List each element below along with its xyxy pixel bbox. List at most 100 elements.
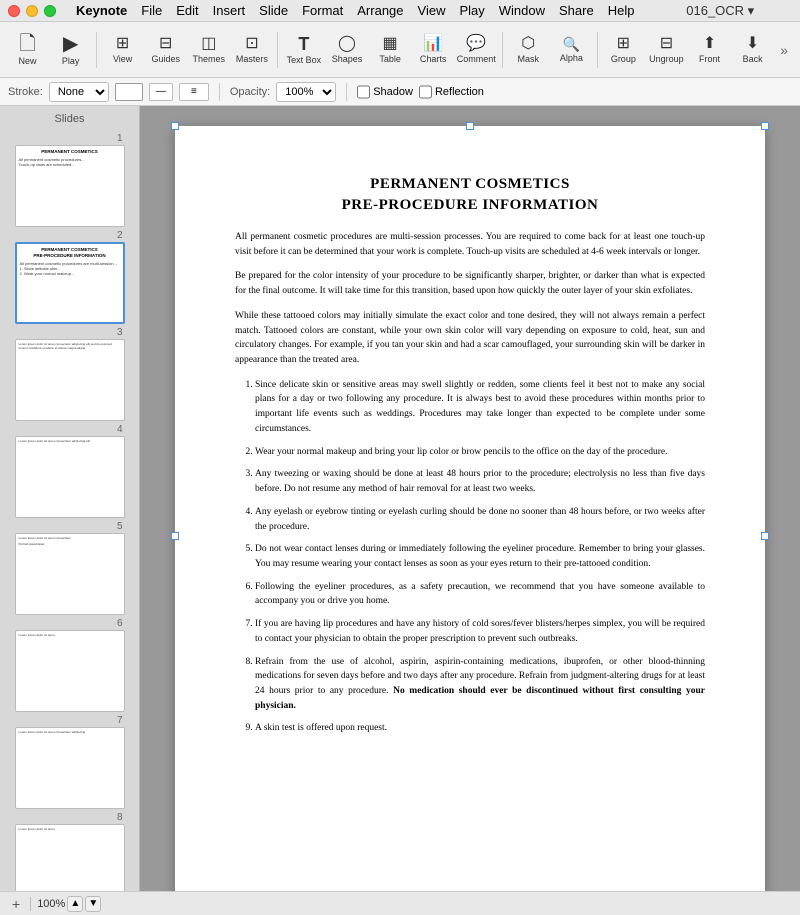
toolbar: 🗋 New ▶ Play ⊞ View ⊟ Guides ◫ Themes ⊡ … [0, 22, 800, 78]
list-item-8: Refrain from the use of alcohol, aspirin… [255, 655, 705, 714]
toolbar-sep-2 [277, 32, 278, 68]
menu-format[interactable]: Format [302, 3, 343, 18]
ungroup-icon: ⊟ [660, 36, 673, 52]
slide-img-6[interactable]: Lorem ipsum dolor sit amet [15, 630, 125, 712]
guides-icon: ⊟ [159, 36, 172, 52]
textbox-button[interactable]: T Text Box [284, 26, 323, 74]
handle-tm[interactable] [466, 122, 474, 130]
menu-view[interactable]: View [418, 3, 446, 18]
shadow-checkbox[interactable] [357, 82, 370, 102]
slide-img-3[interactable]: Lorem ipsum dolor sit amet consectetur a… [15, 339, 125, 421]
slide-thumb-5[interactable]: 5 Lorem ipsum dolor sit amet consectetur… [15, 521, 125, 615]
alpha-button[interactable]: 🔍 Alpha [552, 26, 591, 74]
menu-edit[interactable]: Edit [176, 3, 198, 18]
zoom-down-button[interactable]: ▼ [85, 896, 101, 912]
list-item-5: Do not wear contact lenses during or imm… [255, 542, 705, 571]
color-swatch[interactable] [115, 83, 143, 101]
line-style-icon[interactable]: — [149, 83, 173, 101]
reflection-checkbox-label[interactable]: Reflection [419, 82, 484, 102]
slide-preview-7: Lorem ipsum dolor sit amet consectetur a… [19, 731, 121, 735]
list-item-3: Any tweezing or waxing should be done at… [255, 467, 705, 496]
view-button[interactable]: ⊞ View [103, 26, 142, 74]
slide-img-8[interactable]: Lorem ipsum dolor sit amet [15, 824, 125, 891]
minimize-button[interactable] [26, 5, 38, 17]
handle-tr[interactable] [761, 122, 769, 130]
menu-file[interactable]: File [141, 3, 162, 18]
slide-para-3: While these tattooed colors may initiall… [235, 309, 705, 368]
list-item-9: A skin test is offered upon request. [255, 721, 705, 736]
slide-num-8: 8 [15, 812, 125, 823]
menu-help[interactable]: Help [608, 3, 635, 18]
play-button[interactable]: ▶ Play [51, 26, 90, 74]
slide-img-4[interactable]: Lorem ipsum dolor sit amet consectetur a… [15, 436, 125, 518]
slide-thumb-2[interactable]: 2 PERMANENT COSMETICSPRE-PROCEDURE INFOR… [15, 230, 125, 324]
back-button[interactable]: ⬇ Back [733, 26, 772, 74]
group-button[interactable]: ⊞ Group [604, 26, 643, 74]
slide-thumb-4[interactable]: 4 Lorem ipsum dolor sit amet consectetur… [15, 424, 125, 518]
slide-img-1[interactable]: PERMANENT COSMETICS All permanent cosmet… [15, 145, 125, 227]
slide-img-7[interactable]: Lorem ipsum dolor sit amet consectetur a… [15, 727, 125, 809]
group-label: Group [611, 54, 636, 64]
add-slide-button[interactable]: + [8, 894, 24, 914]
slide-img-5[interactable]: Lorem ipsum dolor sit amet consectetur P… [15, 533, 125, 615]
handle-lm[interactable] [171, 532, 179, 540]
masters-button[interactable]: ⊡ Masters [232, 26, 271, 74]
slide-title-line2: PRE-PROCEDURE INFORMATION [235, 197, 705, 214]
themes-button[interactable]: ◫ Themes [189, 26, 228, 74]
slide-img-2[interactable]: PERMANENT COSMETICSPRE-PROCEDURE INFORMA… [15, 242, 125, 324]
reflection-checkbox[interactable] [419, 82, 432, 102]
handle-tl[interactable] [171, 122, 179, 130]
opacity-select[interactable]: 100% 75% 50% 25% [276, 82, 336, 102]
guides-button[interactable]: ⊟ Guides [146, 26, 185, 74]
canvas-area[interactable]: PERMANENT COSMETICS PRE-PROCEDURE INFORM… [140, 106, 800, 891]
shadow-label: Shadow [373, 86, 413, 98]
table-icon: ▦ [383, 36, 398, 52]
comment-icon: 💬 [466, 36, 486, 52]
maximize-button[interactable] [44, 5, 56, 17]
ungroup-label: Ungroup [649, 54, 684, 64]
front-button[interactable]: ⬆ Front [690, 26, 729, 74]
menu-share[interactable]: Share [559, 3, 594, 18]
stroke-select[interactable]: None Solid Dashed [49, 82, 109, 102]
charts-button[interactable]: 📊 Charts [414, 26, 453, 74]
slide-thumb-6[interactable]: 6 Lorem ipsum dolor sit amet [15, 618, 125, 712]
shapes-button[interactable]: ◯ Shapes [327, 26, 366, 74]
slide-para-2: Be prepared for the color intensity of y… [235, 269, 705, 298]
play-icon: ▶ [63, 34, 78, 54]
front-icon: ⬆ [703, 36, 716, 52]
new-label: New [19, 56, 37, 66]
ungroup-button[interactable]: ⊟ Ungroup [647, 26, 686, 74]
slide-num-6: 6 [15, 618, 125, 629]
slide-thumb-3[interactable]: 3 Lorem ipsum dolor sit amet consectetur… [15, 327, 125, 421]
slide-preview-2: PERMANENT COSMETICSPRE-PROCEDURE INFORMA… [20, 247, 120, 276]
slide-thumb-7[interactable]: 7 Lorem ipsum dolor sit amet consectetur… [15, 715, 125, 809]
toolbar-sep-4 [597, 32, 598, 68]
menu-play[interactable]: Play [459, 3, 484, 18]
menu-arrange[interactable]: Arrange [357, 3, 403, 18]
zoom-label: 100% [37, 898, 65, 910]
table-button[interactable]: ▦ Table [371, 26, 410, 74]
menu-insert[interactable]: Insert [213, 3, 246, 18]
slide-thumb-1[interactable]: 1 PERMANENT COSMETICS All permanent cosm… [15, 133, 125, 227]
slide-thumb-8[interactable]: 8 Lorem ipsum dolor sit amet [15, 812, 125, 891]
slide-body: All permanent cosmetic procedures are mu… [235, 230, 705, 736]
shadow-checkbox-label[interactable]: Shadow [357, 82, 413, 102]
main-area: Slides 1 PERMANENT COSMETICS All permane… [0, 106, 800, 891]
toolbar-expand[interactable]: » [776, 38, 792, 62]
close-button[interactable] [8, 5, 20, 17]
slide-preview-6: Lorem ipsum dolor sit amet [19, 634, 121, 638]
menu-slide[interactable]: Slide [259, 3, 288, 18]
themes-icon: ◫ [201, 36, 216, 52]
new-button[interactable]: 🗋 New [8, 26, 47, 74]
zoom-up-button[interactable]: ▲ [67, 896, 83, 912]
comment-button[interactable]: 💬 Comment [457, 26, 496, 74]
format-divider-2 [346, 83, 347, 101]
menu-window[interactable]: Window [499, 3, 545, 18]
traffic-lights [8, 5, 56, 17]
view-icon: ⊞ [116, 36, 129, 52]
toolbar-sep-3 [502, 32, 503, 68]
handle-rm[interactable] [761, 532, 769, 540]
mask-button[interactable]: ⬡ Mask [509, 26, 548, 74]
shapes-label: Shapes [332, 54, 363, 64]
line-width-icon[interactable]: ≡ [179, 83, 209, 101]
